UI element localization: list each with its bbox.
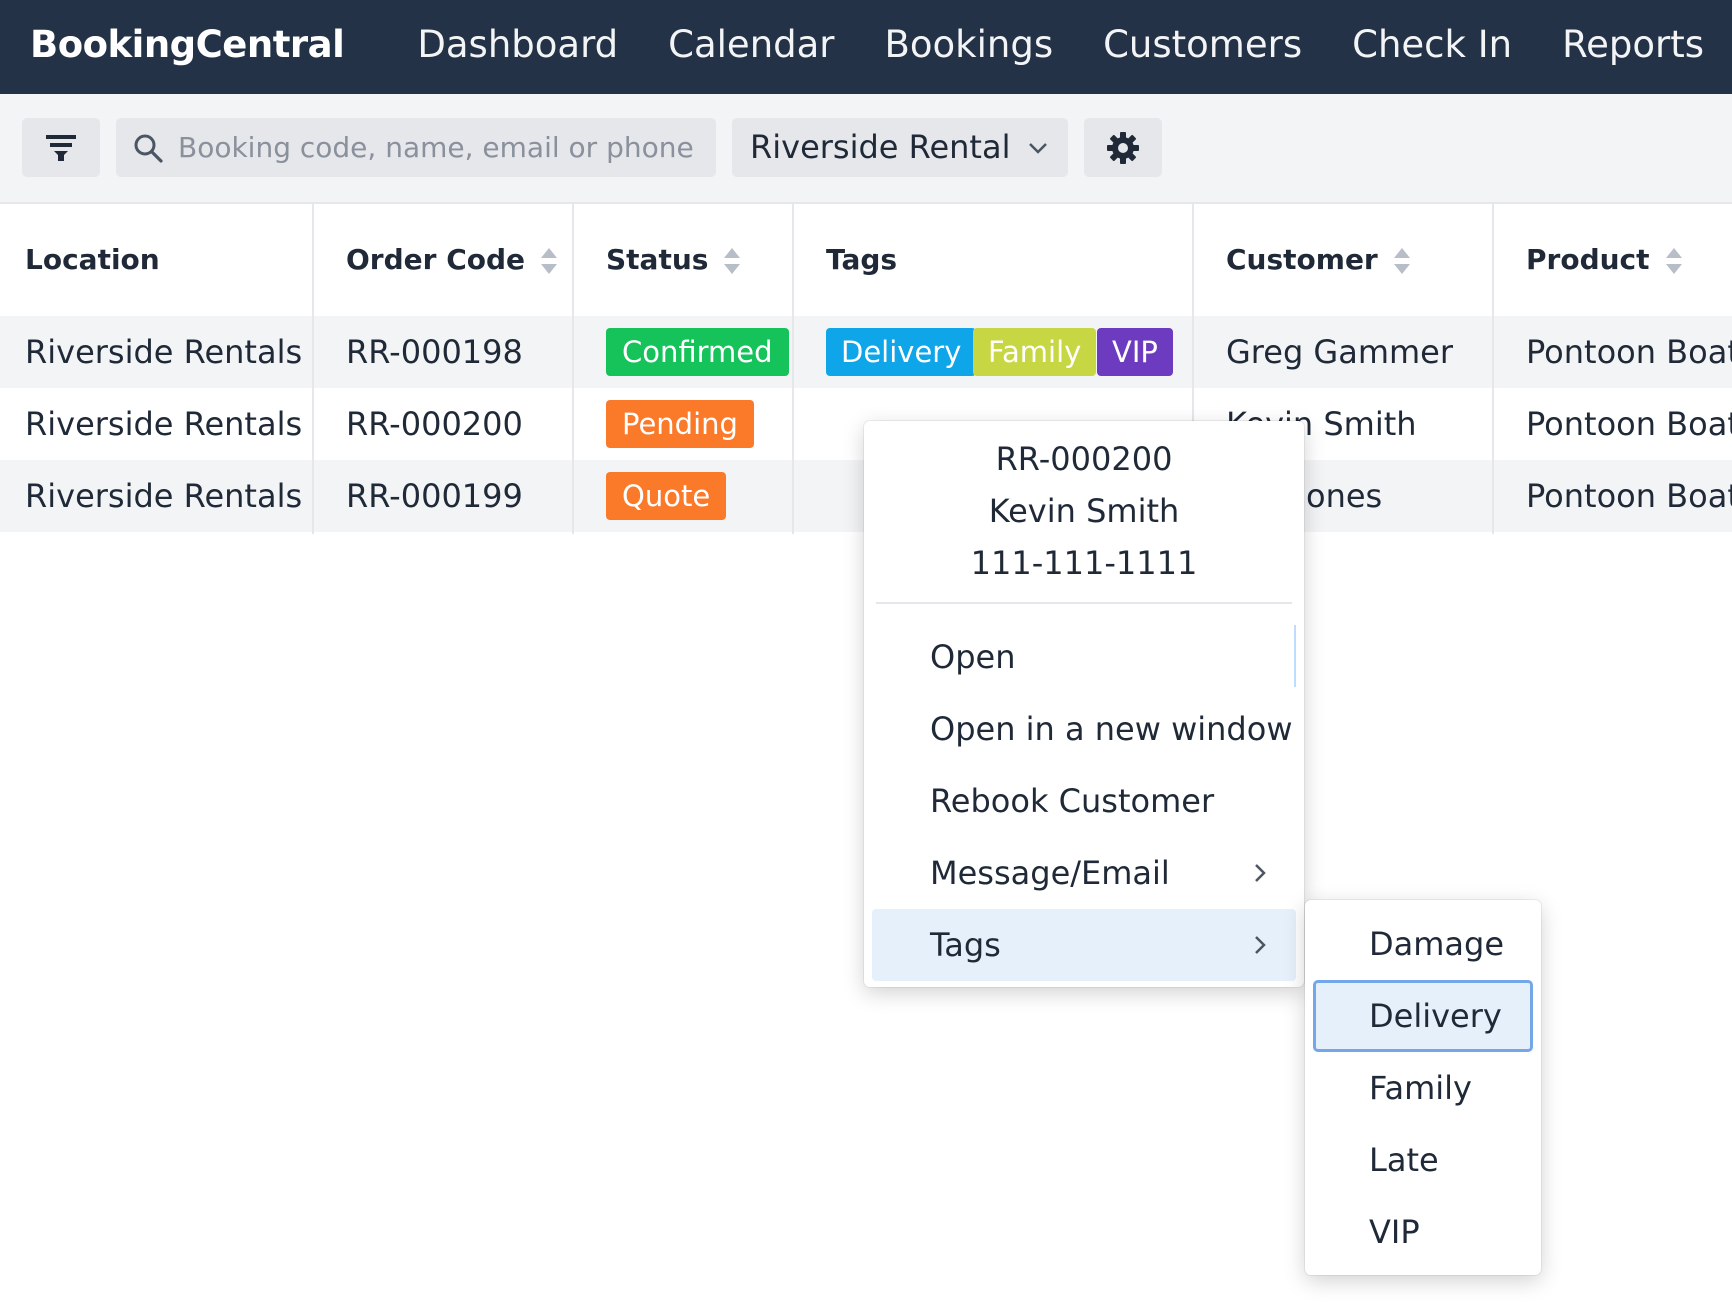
- table-header: Location Order Code Status Tags Customer…: [0, 204, 1732, 316]
- sort-icon[interactable]: [1392, 246, 1412, 276]
- search-icon: [134, 134, 163, 163]
- location-select[interactable]: Riverside Rentals: [732, 118, 1068, 177]
- gear-icon: [1107, 131, 1139, 164]
- menu-item-rebook-customer[interactable]: Rebook Customer: [872, 765, 1296, 837]
- cell-customer: ones: [1306, 477, 1383, 515]
- submenu-item-damage[interactable]: Damage: [1313, 908, 1533, 980]
- status-badge: Confirmed: [606, 328, 789, 376]
- settings-button[interactable]: [1084, 118, 1162, 177]
- nav-check-in[interactable]: Check In: [1327, 0, 1537, 94]
- col-header-tags: Tags: [826, 204, 897, 316]
- row-context-menu: RR-000200 Kevin Smith 111-111-1111 Open …: [864, 421, 1304, 987]
- sort-icon[interactable]: [722, 246, 742, 276]
- status-badge: Quote: [606, 472, 727, 520]
- search-box: [116, 118, 716, 177]
- col-header-label: Customer: [1226, 243, 1378, 276]
- col-header-label: Tags: [826, 243, 898, 276]
- search-input[interactable]: [176, 130, 700, 165]
- context-menu-phone: 111-111-1111: [970, 544, 1198, 582]
- cell-location: Riverside Rentals: [25, 405, 303, 443]
- menu-item-label: Tags: [930, 926, 1001, 964]
- col-header-label: Product: [1526, 243, 1650, 276]
- menu-item-tags[interactable]: Tags: [872, 909, 1296, 981]
- submenu-item-late[interactable]: Late: [1313, 1124, 1533, 1196]
- col-header-label: Order Code: [346, 243, 526, 276]
- cell-order-code: RR-000199: [346, 477, 523, 515]
- cell-order-code: RR-000198: [346, 333, 523, 371]
- col-header-label: Location: [25, 243, 160, 276]
- tag-badge-delivery: Delivery: [826, 328, 977, 376]
- location-select-value: Riverside Rentals: [750, 128, 1008, 166]
- chevron-right-icon: [1255, 936, 1266, 954]
- submenu-item-family[interactable]: Family: [1313, 1052, 1533, 1124]
- context-menu-booking-info: RR-000200 Kevin Smith 111-111-1111: [864, 433, 1304, 589]
- cell-product: Pontoon Boat: [1526, 477, 1732, 515]
- nav-bookings[interactable]: Bookings: [860, 0, 1079, 94]
- table-row[interactable]: Riverside Rentals RR-000198 Confirmed De…: [0, 316, 1732, 388]
- toolbar: Riverside Rentals: [0, 94, 1732, 204]
- menu-item-label: Message/Email: [930, 854, 1170, 892]
- chevron-right-icon: [1255, 864, 1266, 882]
- cell-location: Riverside Rentals: [25, 333, 303, 371]
- sort-icon[interactable]: [539, 246, 559, 276]
- col-header-status[interactable]: Status: [606, 204, 742, 316]
- col-header-order-code[interactable]: Order Code: [346, 204, 559, 316]
- submenu-item-vip[interactable]: VIP: [1313, 1196, 1533, 1268]
- col-header-customer[interactable]: Customer: [1226, 204, 1412, 316]
- nav-calendar[interactable]: Calendar: [643, 0, 859, 94]
- menu-item-open-new-window[interactable]: Open in a new window: [872, 693, 1296, 765]
- menu-item-open[interactable]: Open: [872, 621, 1296, 693]
- bookings-table: Location Order Code Status Tags Customer…: [0, 204, 1732, 532]
- top-nav-bar: BookingCentral Dashboard Calendar Bookin…: [0, 0, 1732, 94]
- filter-icon: [46, 134, 76, 161]
- sort-icon[interactable]: [1664, 246, 1684, 276]
- column-divider: [572, 204, 574, 534]
- filter-button[interactable]: [22, 118, 100, 177]
- column-divider: [1492, 204, 1494, 534]
- menu-divider: [876, 602, 1292, 604]
- nav-reports[interactable]: Reports: [1537, 0, 1732, 94]
- tag-badge-vip: VIP: [1097, 328, 1173, 376]
- col-header-location: Location: [25, 204, 160, 316]
- main-nav: Dashboard Calendar Bookings Customers Ch…: [392, 0, 1732, 94]
- col-header-product[interactable]: Product: [1526, 204, 1684, 316]
- submenu-item-delivery[interactable]: Delivery: [1313, 980, 1533, 1052]
- cell-order-code: RR-000200: [346, 405, 523, 443]
- chevron-down-icon: [1029, 143, 1047, 154]
- column-divider: [312, 204, 314, 534]
- brand-logo[interactable]: BookingCentral: [30, 0, 345, 94]
- column-divider: [792, 204, 794, 534]
- context-menu-customer-name: Kevin Smith: [988, 492, 1180, 530]
- menu-item-message-email[interactable]: Message/Email: [872, 837, 1296, 909]
- cell-location: Riverside Rentals: [25, 477, 303, 515]
- cell-product: Pontoon Boat: [1526, 405, 1732, 443]
- tags-submenu: Damage Delivery Family Late VIP: [1305, 900, 1541, 1275]
- nav-dashboard[interactable]: Dashboard: [392, 0, 643, 94]
- cell-customer: Greg Gammer: [1226, 333, 1454, 371]
- status-badge: Pending: [606, 400, 754, 448]
- cell-product: Pontoon Boat: [1526, 333, 1732, 371]
- col-header-label: Status: [606, 243, 709, 276]
- context-menu-order-code: RR-000200: [995, 440, 1173, 478]
- tag-badge-family: Family: [973, 328, 1097, 376]
- nav-customers[interactable]: Customers: [1078, 0, 1327, 94]
